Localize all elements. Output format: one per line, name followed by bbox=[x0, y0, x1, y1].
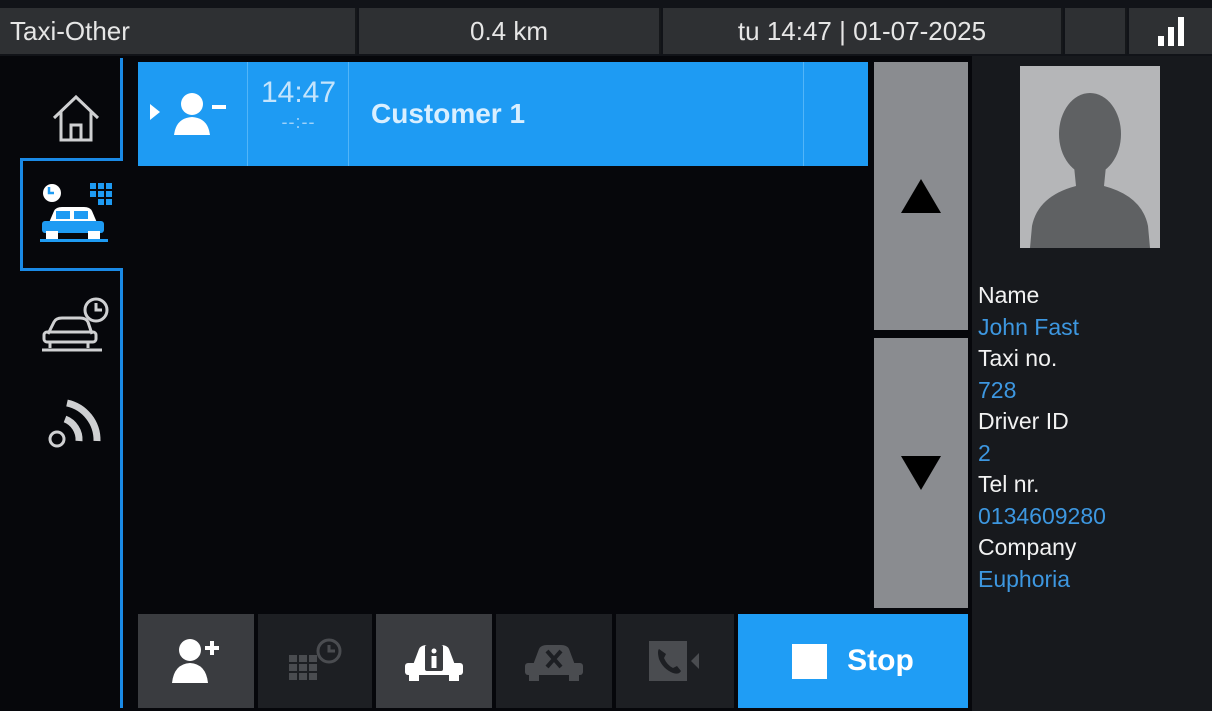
driver-id: 2 bbox=[978, 439, 991, 466]
side-nav bbox=[0, 56, 136, 711]
trip-info-button[interactable] bbox=[376, 614, 492, 708]
company-label: Company bbox=[978, 534, 1077, 560]
phone-number: 0134609280 bbox=[978, 502, 1106, 529]
trip-pickup-indicator bbox=[138, 62, 248, 166]
arrow-up-icon bbox=[901, 179, 941, 213]
dropoff-time: --:-- bbox=[281, 112, 316, 132]
trip-list: 14:47 --:-- Customer 1 bbox=[138, 62, 868, 610]
stop-icon bbox=[792, 643, 828, 679]
home-icon bbox=[52, 94, 99, 142]
nav-home[interactable] bbox=[28, 72, 123, 164]
signal-broadcast-icon bbox=[48, 399, 101, 448]
person-silhouette-icon bbox=[1030, 93, 1150, 248]
taxi-trips-icon bbox=[39, 183, 112, 242]
schedule-button[interactable] bbox=[258, 614, 372, 708]
vehicle-status-label: Taxi-Other bbox=[10, 15, 130, 46]
nav-schedule[interactable] bbox=[28, 278, 123, 370]
stop-label: Stop bbox=[847, 644, 914, 677]
customer-name: Customer 1 bbox=[371, 98, 526, 129]
date-time-label: tu 14:47 | 01-07-2025 bbox=[737, 15, 987, 46]
taxi-number-label: Taxi no. bbox=[978, 345, 1058, 371]
trip-row[interactable]: 14:47 --:-- Customer 1 bbox=[138, 62, 868, 166]
nav-divider bbox=[20, 268, 123, 271]
call-customer-button[interactable] bbox=[616, 614, 734, 708]
distance-label: 0.4 km bbox=[469, 15, 549, 46]
cancel-trip-button[interactable] bbox=[496, 614, 612, 708]
distance-readout: 0.4 km bbox=[359, 8, 661, 54]
taxi-schedule-icon bbox=[41, 297, 108, 352]
add-customer-button[interactable] bbox=[138, 614, 254, 708]
stop-button[interactable]: Stop bbox=[738, 614, 968, 708]
driver-panel: Name John Fast Taxi no. 728 Driver ID 2 … bbox=[972, 56, 1212, 711]
nav-signal[interactable] bbox=[28, 376, 123, 468]
scroll-up-button[interactable] bbox=[874, 62, 968, 330]
arrow-down-icon bbox=[901, 456, 941, 490]
status-spacer bbox=[1065, 8, 1127, 54]
calendar-clock-icon bbox=[289, 638, 342, 680]
add-person-icon bbox=[172, 639, 219, 683]
phone-label: Tel nr. bbox=[978, 471, 1040, 497]
pickup-time: 14:47 bbox=[260, 76, 337, 109]
trip-times: 14:47 --:-- bbox=[249, 62, 349, 166]
signal-bars-icon bbox=[1157, 17, 1184, 46]
taxi-number: 728 bbox=[978, 376, 1017, 403]
driver-info: Name John Fast Taxi no. 728 Driver ID 2 … bbox=[978, 280, 1208, 595]
customer-pickup-icon bbox=[150, 93, 226, 135]
signal-strength bbox=[1129, 8, 1212, 54]
vehicle-status[interactable]: Taxi-Other bbox=[0, 8, 357, 54]
scroll-down-button[interactable] bbox=[874, 338, 968, 608]
driver-name: John Fast bbox=[978, 313, 1079, 340]
driver-photo bbox=[1020, 66, 1160, 248]
nav-trips[interactable] bbox=[28, 166, 123, 258]
status-bar: Taxi-Other 0.4 km tu 14:47 | 01-07-2025 bbox=[0, 0, 1212, 56]
row-divider bbox=[803, 62, 804, 166]
driver-id-label: Driver ID bbox=[978, 408, 1069, 434]
phone-call-icon bbox=[649, 641, 699, 681]
taxi-info-icon bbox=[405, 645, 463, 681]
nav-divider bbox=[20, 158, 23, 270]
date-time: tu 14:47 | 01-07-2025 bbox=[663, 8, 1063, 54]
company-name: Euphoria bbox=[978, 565, 1071, 592]
name-label: Name bbox=[978, 282, 1040, 308]
taxi-cancel-icon bbox=[525, 645, 583, 681]
